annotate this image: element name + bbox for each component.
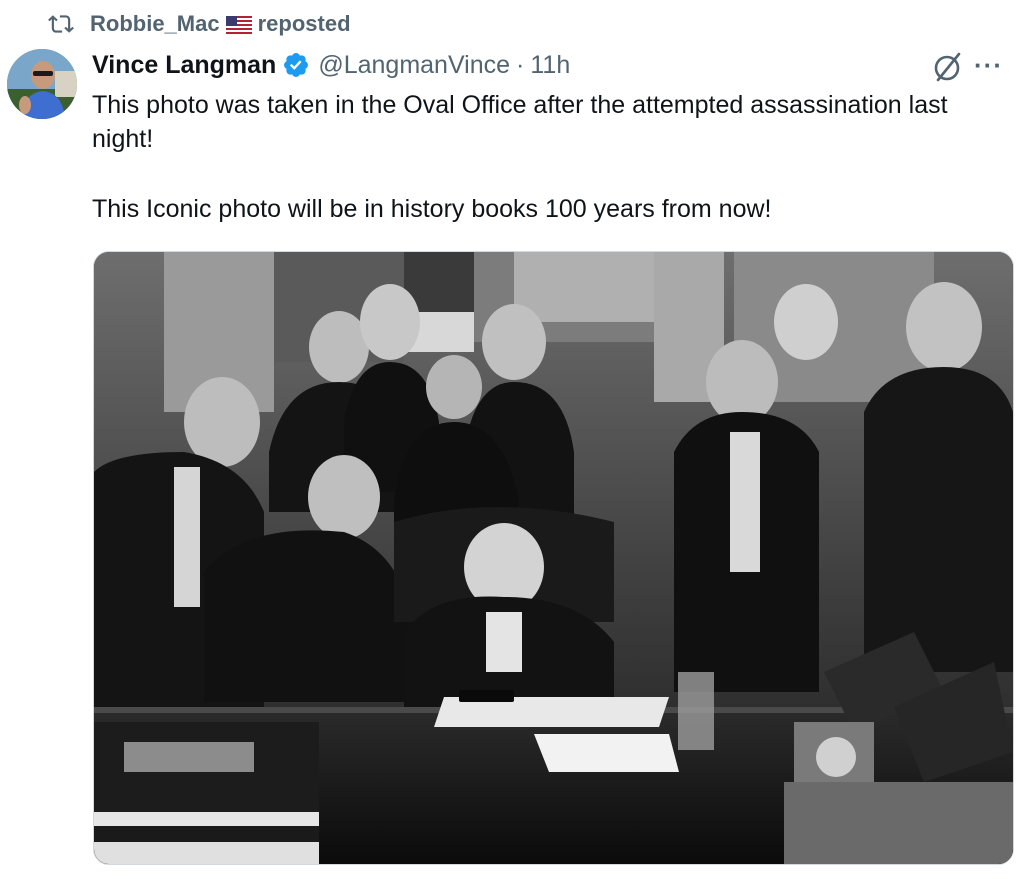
display-name[interactable]: Vince Langman: [92, 51, 276, 80]
avatar[interactable]: [7, 49, 77, 119]
post-text-line-1: This photo was taken in the Oval Office …: [92, 91, 948, 153]
post-media-photo[interactable]: [93, 251, 1014, 865]
post-header: Vince Langman @LangmanVince · 11h: [92, 46, 570, 84]
grok-icon[interactable]: [931, 50, 965, 84]
post-timestamp[interactable]: 11h: [530, 51, 570, 80]
post-text: This photo was taken in the Oval Office …: [92, 88, 1002, 226]
verified-badge-icon[interactable]: [282, 51, 310, 79]
repost-icon: [48, 15, 74, 33]
avatar-image: [7, 49, 77, 119]
photo-illustration: [94, 252, 1013, 864]
more-options-button[interactable]: ···: [974, 50, 1014, 80]
repost-user[interactable]: Robbie_Mac: [90, 11, 220, 37]
repost-context[interactable]: Robbie_Mac reposted: [48, 8, 351, 40]
repost-label: reposted: [257, 11, 351, 36]
us-flag-icon: [225, 16, 252, 34]
separator-dot: ·: [516, 50, 525, 79]
post-text-line-2: This Iconic photo will be in history boo…: [92, 195, 772, 223]
handle[interactable]: @LangmanVince: [318, 51, 510, 80]
